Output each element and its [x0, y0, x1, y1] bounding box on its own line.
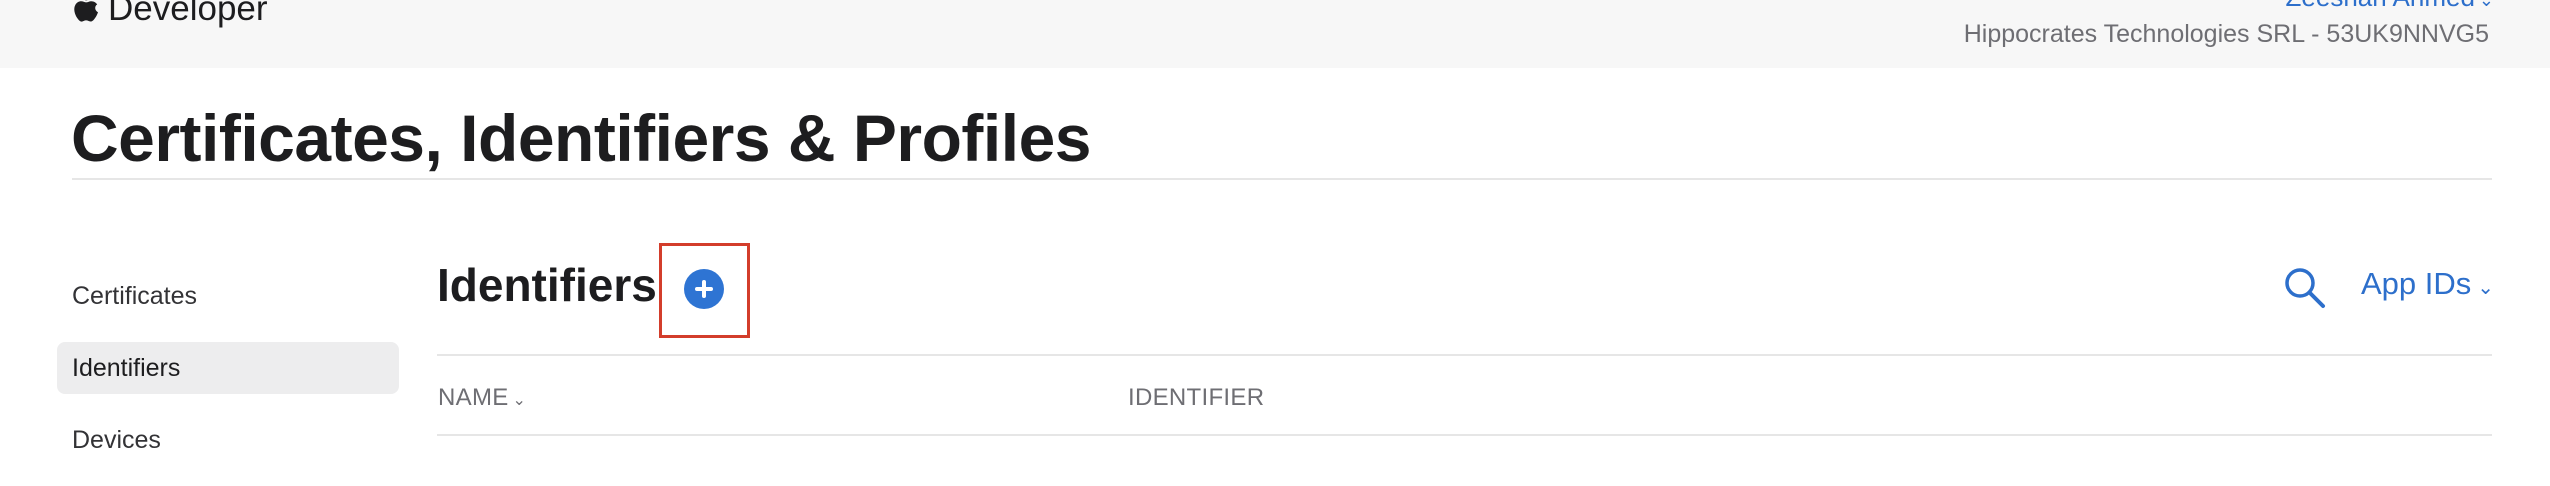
add-identifier-button[interactable] [684, 269, 724, 309]
sidebar-item-certificates[interactable]: Certificates [57, 270, 399, 322]
identifier-type-filter[interactable]: App IDs ⌄ [2361, 266, 2494, 302]
column-header-identifier: IDENTIFIER [1128, 384, 1265, 411]
section-divider [437, 354, 2492, 356]
sidebar-item-identifiers[interactable]: Identifiers [57, 342, 399, 394]
column-header-label: NAME [438, 384, 509, 411]
sort-chevron-icon: ⌄ [512, 392, 527, 409]
developer-home-link[interactable]: Developer [72, 0, 268, 32]
section-title: Identifiers [437, 259, 657, 311]
column-header-name[interactable]: NAME ⌄ [438, 384, 526, 412]
brand-label: Developer [108, 0, 268, 28]
global-header: Developer Zeeshan Ahmed⌄ Hippocrates Tec… [0, 0, 2550, 68]
search-button[interactable] [2283, 266, 2327, 310]
title-divider [72, 178, 2492, 180]
sidebar-nav: Certificates Identifiers Devices [57, 270, 399, 486]
search-icon [2285, 268, 2325, 308]
filter-value: App IDs [2360, 266, 2472, 301]
page-title: Certificates, Identifiers & Profiles [71, 101, 1092, 175]
chevron-down-icon: ⌄ [2477, 277, 2494, 299]
chevron-down-icon: ⌄ [2478, 0, 2494, 10]
apple-logo-icon [74, 0, 98, 22]
team-name: Hippocrates Technologies SRL - 53UK9NNVG… [1963, 20, 2489, 48]
account-menu[interactable]: Zeeshan Ahmed⌄ [2286, 0, 2494, 13]
account-name: Zeeshan Ahmed [2286, 0, 2475, 12]
sidebar-item-devices[interactable]: Devices [57, 414, 399, 466]
table-header-divider [437, 434, 2492, 436]
